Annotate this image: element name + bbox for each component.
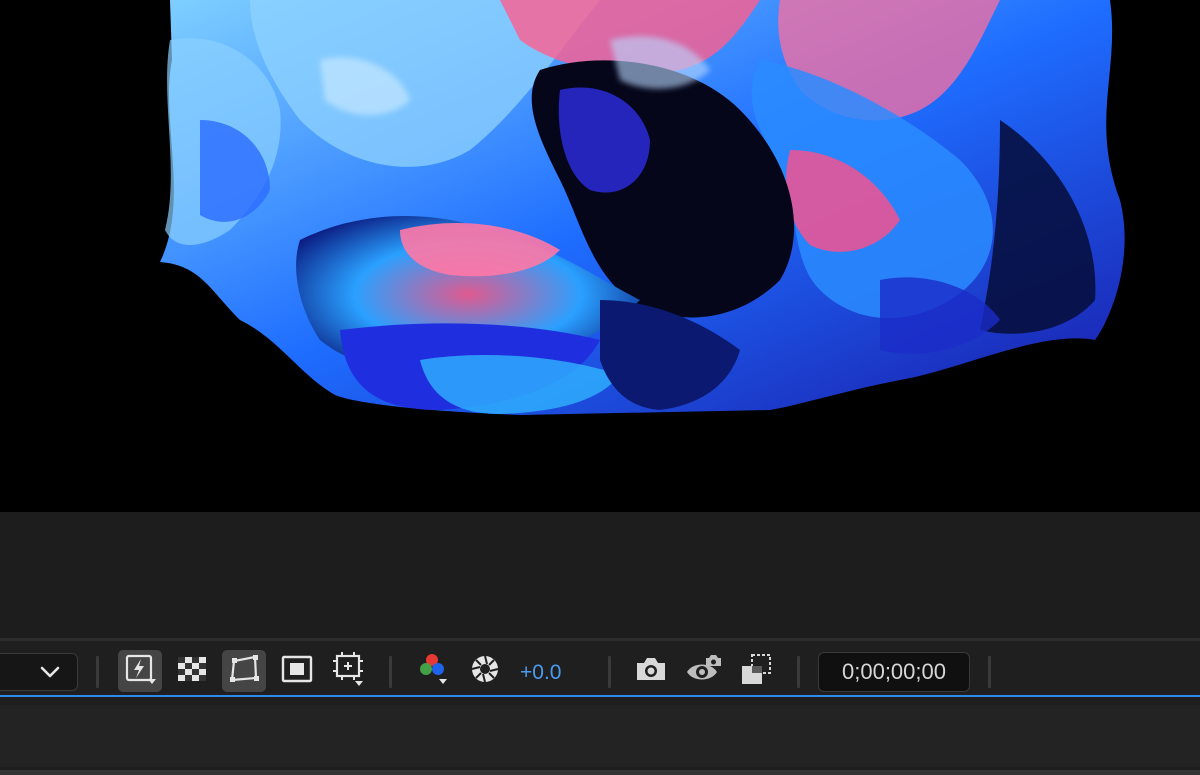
chevron-down-icon <box>39 664 61 685</box>
toolbar-separator <box>96 656 99 688</box>
overlay-toggle-icon <box>738 652 774 691</box>
toolbar-separator <box>389 656 392 688</box>
toolbar-separator <box>797 656 800 688</box>
eye-snapshot-icon <box>684 652 722 691</box>
magnification-dropdown[interactable] <box>0 653 78 691</box>
take-snapshot-button[interactable] <box>629 650 673 692</box>
toolbar-separator <box>988 656 991 688</box>
composition-artwork <box>160 0 1125 415</box>
mask-shape-icon <box>226 651 262 692</box>
fast-previews-button[interactable] <box>118 650 162 692</box>
viewer-empty-area <box>0 512 1200 638</box>
grid-guide-icon <box>330 650 368 693</box>
toolbar-separator <box>608 656 611 688</box>
aperture-icon <box>469 653 501 690</box>
timeline-panel <box>0 697 1200 775</box>
show-channel-button[interactable] <box>410 650 454 692</box>
timeline-area[interactable] <box>0 705 1200 767</box>
composition-viewer[interactable] <box>0 0 1200 512</box>
mask-path-visibility-button[interactable] <box>222 650 266 692</box>
current-time-display[interactable]: 0;00;00;00 <box>818 652 970 692</box>
show-snapshot-button[interactable] <box>681 650 725 692</box>
checkerboard-icon <box>176 653 208 690</box>
region-of-interest-button[interactable] <box>275 650 319 692</box>
toggle-overlay-button[interactable] <box>734 650 778 692</box>
transparency-grid-button[interactable] <box>170 650 214 692</box>
viewer-toolbar: +0.0 0;00;00;00 <box>0 641 1200 695</box>
camera-icon <box>634 654 668 689</box>
exposure-value[interactable]: +0.0 <box>520 661 561 685</box>
reset-exposure-button[interactable] <box>463 650 507 692</box>
panel-bottom-edge <box>0 770 1200 775</box>
region-of-interest-icon <box>280 652 314 691</box>
grid-guides-button[interactable] <box>327 650 371 692</box>
fast-previews-icon <box>122 651 158 692</box>
rgb-channels-icon <box>412 650 452 693</box>
